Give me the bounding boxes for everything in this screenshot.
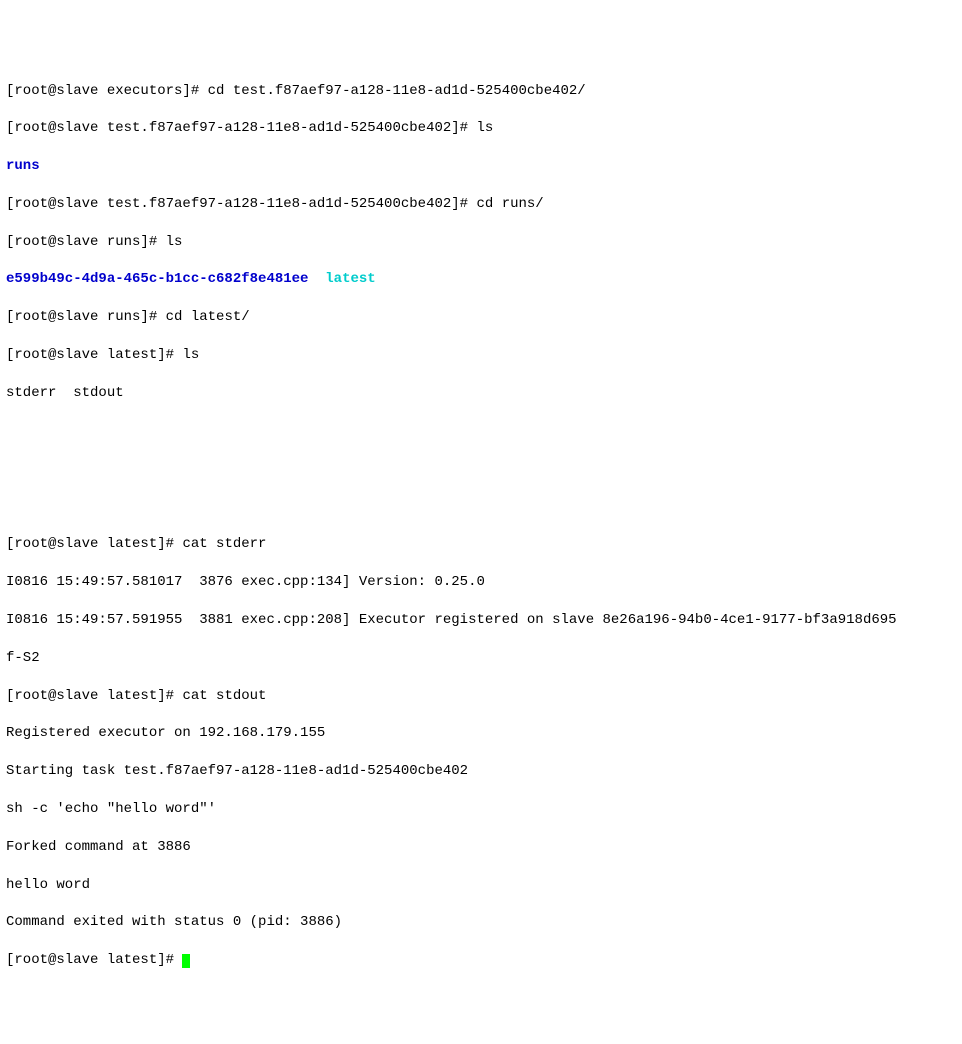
prompt: [root@slave latest]# <box>6 952 182 968</box>
terminal-line: [root@slave latest]# cat stdout <box>6 687 956 706</box>
directory-entry: e599b49c-4d9a-465c-b1cc-c682f8e481ee <box>6 271 308 287</box>
terminal-line: [root@slave executors]# cd test.f87aef97… <box>6 82 956 101</box>
command: ls <box>476 120 493 136</box>
prompt: [root@slave runs]# <box>6 309 166 325</box>
terminal-line: [root@slave runs]# cd latest/ <box>6 308 956 327</box>
terminal-output: hello word <box>6 876 956 895</box>
cursor-icon <box>182 954 190 968</box>
terminal-line: [root@slave test.f87aef97-a128-11e8-ad1d… <box>6 195 956 214</box>
terminal-line: [root@slave runs]# ls <box>6 233 956 252</box>
terminal-output: Registered executor on 192.168.179.155 <box>6 724 956 743</box>
terminal-line[interactable]: [root@slave latest]# <box>6 951 956 970</box>
prompt: [root@slave executors]# <box>6 83 208 99</box>
terminal-output: f-S2 <box>6 649 956 668</box>
command: cat stdout <box>182 688 266 704</box>
command: cd latest/ <box>166 309 250 325</box>
prompt: [root@slave latest]# <box>6 536 182 552</box>
blank-gap <box>6 422 956 517</box>
prompt: [root@slave runs]# <box>6 234 166 250</box>
terminal-output: Forked command at 3886 <box>6 838 956 857</box>
command: cd runs/ <box>476 196 543 212</box>
prompt: [root@slave test.f87aef97-a128-11e8-ad1d… <box>6 120 476 136</box>
terminal-line: [root@slave test.f87aef97-a128-11e8-ad1d… <box>6 119 956 138</box>
terminal-line: [root@slave latest]# cat stderr <box>6 535 956 554</box>
command: ls <box>182 347 199 363</box>
command: ls <box>166 234 183 250</box>
symlink-entry: latest <box>325 271 375 287</box>
file-entry: stderr stdout <box>6 385 124 401</box>
terminal-output: sh -c 'echo "hello word"' <box>6 800 956 819</box>
terminal-output: I0816 15:49:57.581017 3876 exec.cpp:134]… <box>6 573 956 592</box>
prompt: [root@slave test.f87aef97-a128-11e8-ad1d… <box>6 196 476 212</box>
terminal-output: stderr stdout <box>6 384 956 403</box>
terminal-line: [root@slave latest]# ls <box>6 346 956 365</box>
terminal-output: Command exited with status 0 (pid: 3886) <box>6 913 956 932</box>
terminal-output: Starting task test.f87aef97-a128-11e8-ad… <box>6 762 956 781</box>
command: cd test.f87aef97-a128-11e8-ad1d-525400cb… <box>208 83 586 99</box>
command: cat stderr <box>182 536 266 552</box>
directory-entry: runs <box>6 158 40 174</box>
prompt: [root@slave latest]# <box>6 688 182 704</box>
terminal-output: I0816 15:49:57.591955 3881 exec.cpp:208]… <box>6 611 956 630</box>
terminal-output: e599b49c-4d9a-465c-b1cc-c682f8e481ee lat… <box>6 270 956 289</box>
prompt: [root@slave latest]# <box>6 347 182 363</box>
terminal-output: runs <box>6 157 956 176</box>
